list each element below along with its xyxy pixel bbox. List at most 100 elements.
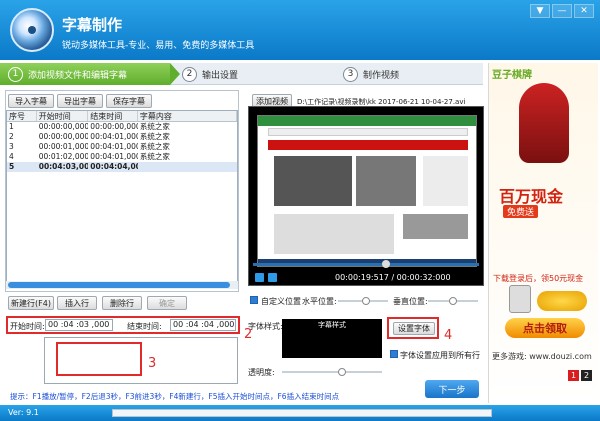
video-thumb (274, 156, 352, 206)
video-thumb (356, 156, 416, 206)
table-row-selected[interactable]: 5 00:04:03,000 00:04:04,000 (7, 162, 237, 172)
cell-index: 4 (9, 152, 14, 161)
transparency-slider[interactable] (282, 368, 382, 376)
close-button[interactable]: ✕ (574, 4, 594, 18)
cell-start: 00:04:03,000 (38, 162, 89, 171)
delete-row-button[interactable]: 删除行 (102, 296, 142, 310)
status-progress-bar (112, 409, 492, 417)
ad-headline: 百万现金 (499, 187, 564, 206)
ad-character-image (519, 83, 569, 163)
annotation-3: 3 (148, 356, 157, 371)
slider-handle[interactable] (362, 297, 370, 305)
font-preview: 字幕样式 (282, 319, 382, 358)
video-time: 00:00:19:517 / 00:00:32:000 (335, 273, 451, 282)
cell-index: 5 (9, 162, 15, 171)
cell-index: 1 (9, 122, 14, 131)
status-bar: Ver: 9.1 (0, 405, 600, 421)
ad-claim-button[interactable]: 点击领取 (505, 318, 585, 338)
slider-handle[interactable] (449, 297, 457, 305)
step-number: 2 (182, 66, 197, 82)
font-highlight-box (387, 317, 439, 339)
site-header (268, 140, 468, 150)
table-horizontal-scrollbar[interactable] (6, 281, 238, 289)
tab-step-1[interactable]: 1 添加视频文件和编辑字幕 (0, 63, 180, 85)
next-button[interactable]: 下一步 (425, 380, 479, 398)
step-tabs: 1 添加视频文件和编辑字幕 2 输出设置 3 制作视频 (0, 63, 483, 85)
slider-handle[interactable] (338, 368, 346, 376)
content-block (274, 214, 394, 254)
cell-index: 2 (9, 132, 14, 141)
app-subtitle: 锐动多媒体工具-专业、易用、免费的多媒体工具 (62, 41, 255, 51)
confirm-button[interactable]: 确定 (147, 296, 187, 310)
time-highlight-box (6, 316, 240, 334)
ad-brand: 豆子棋牌 (492, 70, 532, 81)
cell-end: 00:04:01,000 (90, 142, 138, 151)
ad-banner[interactable]: 豆子棋牌 百万现金 免费送 下载登录后，领50元现金 点击领取 更多游戏: ww… (488, 63, 598, 403)
vertical-slider[interactable] (428, 297, 478, 305)
cell-start: 00:00:00,000 (38, 132, 89, 141)
export-subtitle-button[interactable]: 导出字幕 (57, 94, 103, 108)
apply-all-checkbox[interactable] (390, 350, 398, 358)
cell-end: 00:00:00,000 (90, 122, 138, 131)
table-row[interactable]: 4 00:01:02,000 00:04:01,000 系统之家 (7, 152, 237, 162)
header-end: 结束时间 (88, 111, 138, 121)
insert-row-button[interactable]: 插入行 (57, 296, 97, 310)
import-subtitle-button[interactable]: 导入字幕 (8, 94, 54, 108)
title-bar: 字幕制作 锐动多媒体工具-专业、易用、免费的多媒体工具 ▼ — ✕ (0, 0, 600, 60)
side-list (423, 156, 468, 206)
table-row[interactable]: 1 00:00:00,000 00:00:00,000 系统之家 (7, 122, 237, 132)
shortcut-tip: 提示：F1播放/暂停，F2后退3秒，F3前进3秒，F4新建行，F5插入开始时间点… (10, 392, 340, 401)
cell-end: 00:04:04,000 (90, 162, 138, 171)
horizontal-position-label: 水平位置: (302, 297, 337, 306)
apply-all-label: 字体设置应用到所有行 (400, 351, 480, 360)
horizontal-slider[interactable] (338, 297, 388, 305)
font-style-label: 字体样式: (248, 322, 283, 331)
app-title: 字幕制作 (62, 16, 123, 34)
transparency-label: 透明度: (248, 368, 275, 377)
cell-content: 系统之家 (139, 122, 170, 131)
tab-step-3[interactable]: 3 制作视频 (343, 63, 399, 85)
cell-start: 00:00:01,000 (38, 142, 89, 151)
step-label: 制作视频 (363, 70, 400, 81)
step-number: 3 (343, 66, 358, 82)
minimize-button[interactable]: — (552, 4, 572, 18)
table-row[interactable]: 2 00:00:00,000 00:04:01,000 系统之家 (7, 132, 237, 142)
content-highlight-box (56, 342, 142, 376)
progress-handle[interactable] (382, 260, 390, 268)
custom-position-label: 自定义位置 (261, 297, 301, 306)
cell-start: 00:00:00,000 (38, 122, 89, 131)
scrollbar-thumb[interactable] (8, 282, 230, 288)
cell-content: 系统之家 (139, 142, 170, 151)
video-frame-image (257, 115, 477, 267)
header-index: 序号 (7, 111, 37, 121)
ad-page-2[interactable]: 2 (581, 370, 592, 381)
ad-subheadline: 免费送 (503, 205, 539, 218)
cell-end: 00:04:01,000 (90, 132, 138, 141)
cell-content: 系统之家 (139, 152, 170, 161)
step-label: 输出设置 (202, 70, 239, 81)
custom-position-checkbox[interactable] (250, 296, 258, 304)
tab-step-2[interactable]: 2 输出设置 (182, 63, 238, 85)
browser-bar (258, 116, 476, 126)
subtitle-table: 序号 开始时间 结束时间 字幕内容 1 00:00:00,000 00:00:0… (6, 110, 238, 286)
new-row-button[interactable]: 新建行(F4) (8, 296, 54, 310)
menu-dropdown-button[interactable]: ▼ (530, 4, 550, 18)
ad-footer: 更多游戏: www.douzi.com (492, 352, 592, 361)
ad-phone-image (509, 285, 531, 313)
step-label: 添加视频文件和编辑字幕 (28, 70, 128, 81)
stop-icon[interactable] (268, 273, 277, 282)
header-content: 字幕内容 (138, 111, 237, 121)
save-subtitle-button[interactable]: 保存字幕 (106, 94, 152, 108)
vertical-position-label: 垂直位置: (393, 297, 428, 306)
table-header: 序号 开始时间 结束时间 字幕内容 (7, 111, 237, 122)
ad-coins-image (537, 291, 587, 311)
video-progress-bar[interactable] (253, 260, 479, 268)
version-text: Ver: 9.1 (8, 408, 39, 417)
ad-offer-text: 下载登录后，领50元现金 (493, 274, 584, 283)
table-row[interactable]: 3 00:00:01,000 00:04:01,000 系统之家 (7, 142, 237, 152)
ad-page-1[interactable]: 1 (568, 370, 579, 381)
address-bar (268, 128, 468, 136)
cell-start: 00:01:02,000 (38, 152, 89, 161)
play-icon[interactable] (255, 273, 264, 282)
cell-content (138, 162, 237, 172)
